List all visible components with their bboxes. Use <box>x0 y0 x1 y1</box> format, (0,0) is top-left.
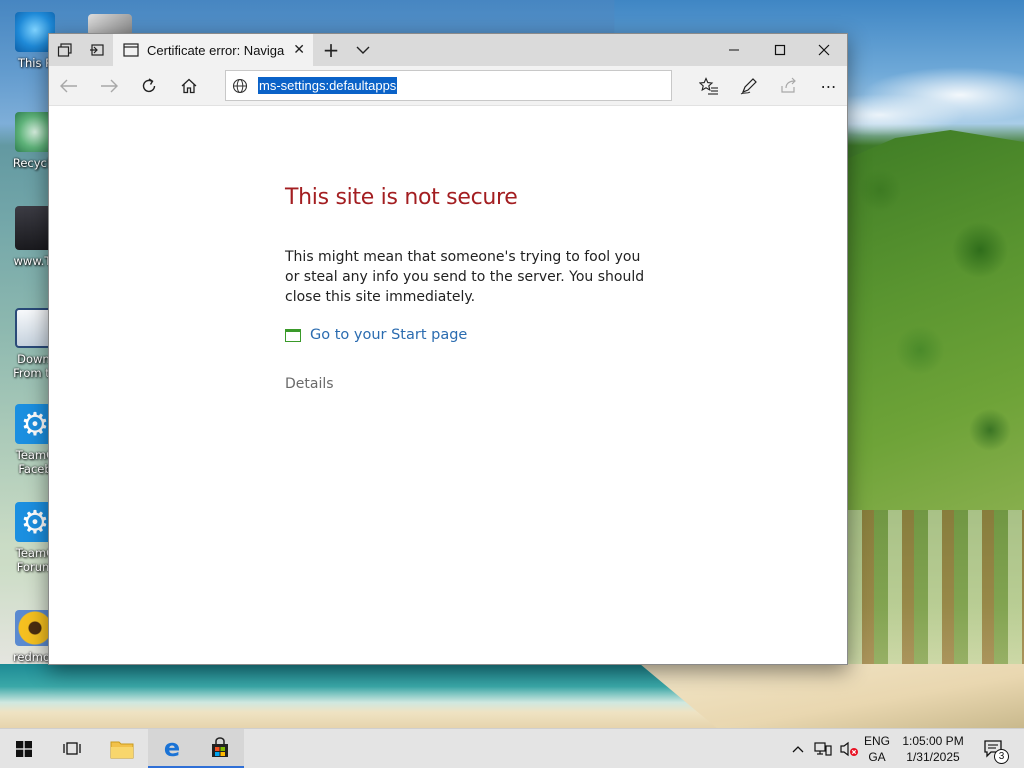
minimize-icon <box>729 49 739 51</box>
chevron-up-icon <box>792 746 804 753</box>
details-link[interactable]: Details <box>285 376 334 392</box>
forward-button[interactable] <box>91 70 127 102</box>
network-button[interactable] <box>810 729 836 768</box>
forest-hill <box>840 130 1024 530</box>
file-explorer-button[interactable] <box>98 729 146 768</box>
url-text[interactable]: ms-settings:defaultapps <box>258 77 398 94</box>
pen-icon <box>740 78 757 95</box>
star-list-icon <box>699 77 718 95</box>
tab-title: Certificate error: Naviga <box>147 42 285 58</box>
page-content: This site is not secure This might mean … <box>49 106 847 664</box>
maximize-icon <box>774 44 786 56</box>
new-tab-button[interactable]: + <box>315 34 347 66</box>
edge-icon: e <box>163 733 181 762</box>
share-icon <box>781 77 796 93</box>
taskbar: e ENG GA 1:05:00 PM 1/31/2025 3 <box>0 728 1024 768</box>
home-button[interactable] <box>171 70 207 102</box>
tab-certificate-error[interactable]: Certificate error: Naviga ✕ <box>113 34 313 66</box>
tab-list-button[interactable] <box>347 34 379 66</box>
network-icon <box>814 742 832 756</box>
back-button[interactable] <box>51 70 87 102</box>
web-note-button[interactable] <box>731 70 767 102</box>
plus-icon: + <box>322 38 340 62</box>
forward-arrow-icon <box>101 79 118 93</box>
address-bar[interactable]: ms-settings:defaultapps <box>225 70 672 101</box>
start-button[interactable] <box>0 729 48 768</box>
tabs-aside-icon <box>57 43 72 57</box>
refresh-button[interactable] <box>131 70 167 102</box>
input-language-indicator[interactable]: ENG GA <box>862 733 892 765</box>
window-icon <box>285 328 301 342</box>
keyboard-layout: GA <box>868 750 886 764</box>
error-description: This might mean that someone's trying to… <box>285 249 645 305</box>
windows-logo-icon <box>16 741 32 757</box>
share-button[interactable] <box>771 70 807 102</box>
favorites-button[interactable] <box>691 70 727 102</box>
volume-button[interactable] <box>836 729 862 768</box>
set-aside-icon <box>90 44 104 56</box>
coastal-town <box>848 510 1024 670</box>
close-window-button[interactable] <box>801 34 847 66</box>
action-center-button[interactable]: 3 <box>976 729 1012 768</box>
edge-taskbar-button[interactable]: e <box>148 729 196 768</box>
chevron-down-icon <box>356 46 370 54</box>
ellipsis-icon: ⋯ <box>820 76 838 96</box>
navigation-toolbar: ms-settings:defaultapps ⋯ <box>49 66 847 106</box>
language-code: ENG <box>863 734 890 748</box>
task-view-button[interactable] <box>48 729 96 768</box>
back-arrow-icon <box>60 79 77 93</box>
start-page-link[interactable]: Go to your Start page <box>285 327 467 343</box>
clock-date: 1/31/2025 <box>906 750 960 764</box>
minimize-button[interactable] <box>711 34 757 66</box>
refresh-icon <box>142 78 156 93</box>
folder-icon <box>110 741 134 759</box>
set-tabs-aside-button[interactable] <box>81 34 113 66</box>
page-title: This site is not secure <box>285 185 518 210</box>
tab-preview-button[interactable] <box>49 34 81 66</box>
notification-count-badge: 3 <box>994 749 1009 764</box>
show-hidden-icons-button[interactable] <box>786 729 810 768</box>
start-page-link-text: Go to your Start page <box>310 327 468 343</box>
clock[interactable]: 1:05:00 PM 1/31/2025 <box>896 733 970 765</box>
maximize-button[interactable] <box>757 34 803 66</box>
volume-muted-icon <box>840 741 858 757</box>
globe-icon <box>226 78 254 94</box>
edge-browser-window: Certificate error: Naviga ✕ + ms-setting… <box>48 33 848 665</box>
close-icon <box>818 44 830 56</box>
title-bar: Certificate error: Naviga ✕ + <box>49 34 847 66</box>
more-button[interactable]: ⋯ <box>811 70 847 102</box>
home-icon <box>181 78 197 94</box>
store-bag-icon <box>212 736 228 757</box>
close-tab-icon[interactable]: ✕ <box>293 42 305 58</box>
task-view-icon <box>63 742 81 755</box>
page-icon <box>123 43 139 57</box>
store-taskbar-button[interactable] <box>196 729 244 768</box>
clock-time: 1:05:00 PM <box>902 734 964 748</box>
